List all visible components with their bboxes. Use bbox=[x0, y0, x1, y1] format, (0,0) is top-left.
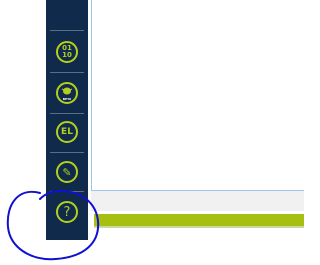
pencil-icon: ✎ bbox=[56, 161, 78, 183]
sidebar-item-beta[interactable]: BETA bbox=[46, 74, 88, 112]
el-icon: EL bbox=[56, 121, 78, 143]
binary-icon-bottom: 10 bbox=[62, 51, 72, 59]
sidebar: 01 10 BETA EL ✎ ? bbox=[46, 0, 88, 240]
main-content-panel bbox=[92, 0, 304, 190]
progress-bar-underline bbox=[94, 226, 304, 228]
sidebar-item-binary[interactable]: 01 10 bbox=[46, 33, 88, 71]
help-icon-glyph: ? bbox=[63, 204, 71, 220]
status-strip bbox=[91, 191, 304, 211]
beta-badge: BETA bbox=[62, 97, 72, 101]
bug-shape bbox=[61, 87, 73, 95]
sidebar-item-edit[interactable]: ✎ bbox=[46, 153, 88, 191]
sidebar-item-el[interactable]: EL bbox=[46, 113, 88, 151]
beta-bug-icon: BETA bbox=[56, 82, 78, 104]
sidebar-item-help[interactable]: ? bbox=[46, 193, 88, 231]
app-window: 01 10 BETA EL ✎ ? bbox=[0, 0, 304, 265]
binary-icon: 01 10 bbox=[56, 41, 78, 63]
sidebar-divider bbox=[50, 30, 84, 31]
sidebar-divider bbox=[50, 191, 84, 192]
progress-bar bbox=[94, 214, 304, 226]
help-icon: ? bbox=[56, 201, 78, 223]
progress-bar-fill bbox=[94, 214, 304, 226]
sidebar-divider bbox=[50, 72, 84, 73]
el-icon-glyph: EL bbox=[61, 126, 73, 137]
content-border bbox=[91, 0, 92, 190]
pencil-icon-glyph: ✎ bbox=[62, 165, 72, 179]
